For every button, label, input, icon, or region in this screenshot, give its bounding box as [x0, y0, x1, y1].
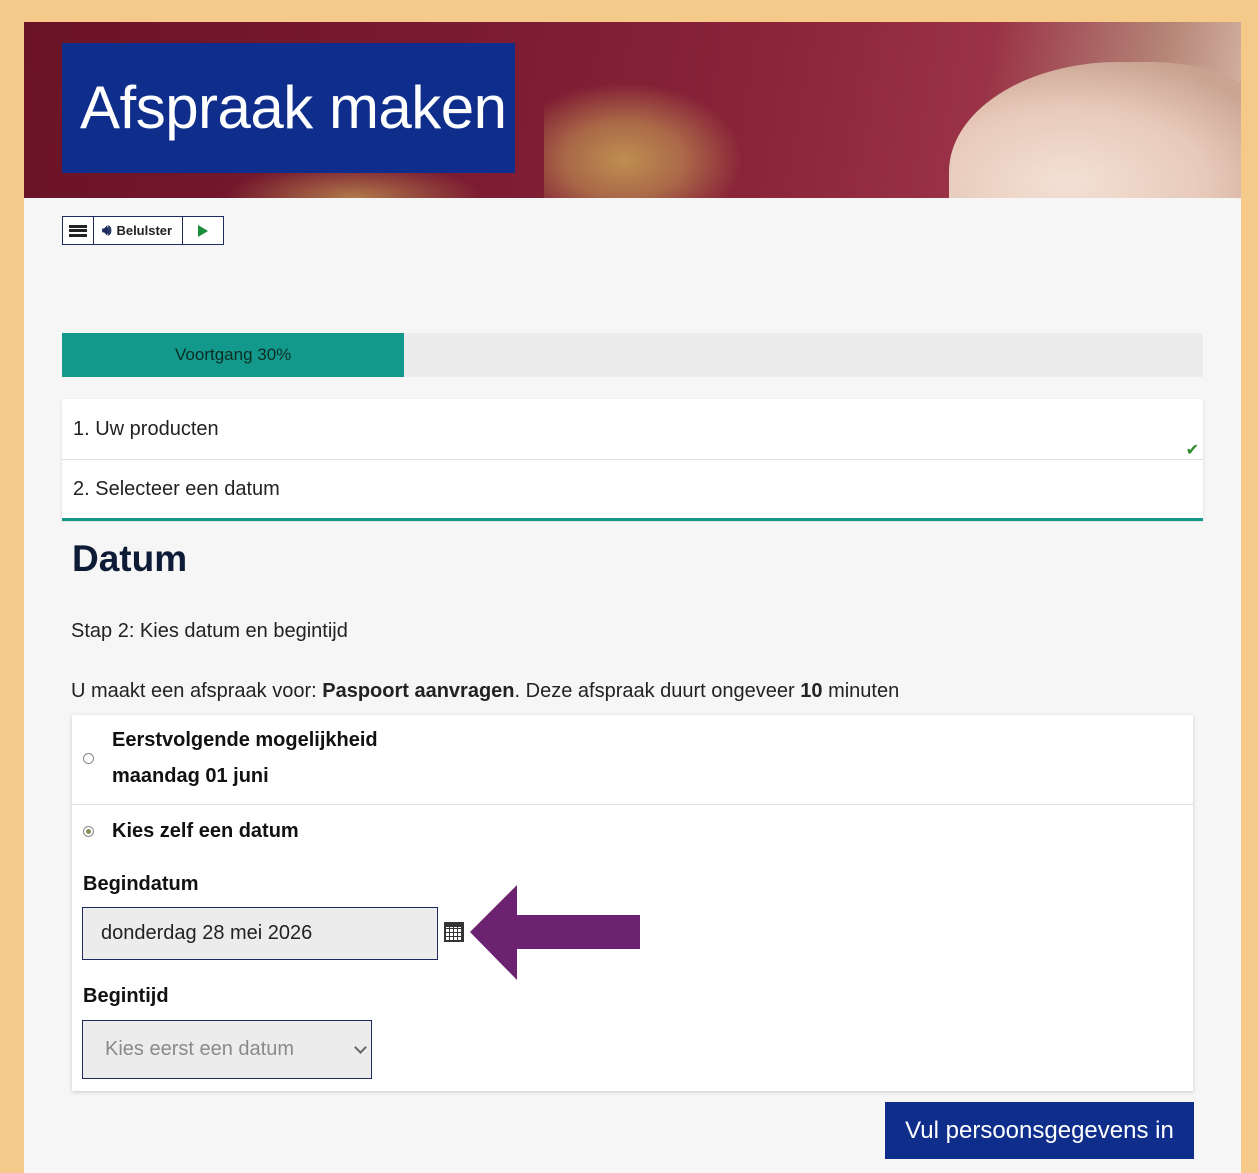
option-first-date: maandag 01 juni [112, 765, 269, 787]
info-suffix: minuten [822, 680, 900, 702]
begintijd-label: Begintijd [83, 985, 169, 1007]
step-subtitle: Stap 2: Kies datum en begintijd [71, 620, 348, 642]
radio-choose-date[interactable] [83, 826, 94, 837]
info-middle: . Deze afspraak duurt ongeveer [514, 680, 801, 702]
radio-first-available[interactable] [83, 753, 94, 764]
step-label: 2. Selecteer een datum [73, 477, 280, 500]
checkmark-icon: ✔ [1185, 442, 1199, 459]
thumb-image [949, 62, 1241, 198]
hero-banner: Afspraak maken [24, 22, 1241, 198]
date-options-card: Eerstvolgende mogelijkheid maandag 01 ju… [72, 715, 1193, 1091]
crest-image [544, 82, 744, 198]
begindatum-input[interactable]: donderdag 28 mei 2026 [82, 907, 438, 960]
readspeaker-menu-button[interactable] [63, 217, 94, 244]
begintijd-placeholder: Kies eerst een datum [105, 1038, 294, 1060]
calendar-icon[interactable] [444, 922, 464, 942]
listen-label: Belulster [116, 223, 173, 238]
page-title: Afspraak maken [62, 43, 515, 173]
readspeaker-toolbar: 🔊︎ Belulster [62, 216, 225, 245]
play-icon [198, 224, 209, 237]
progress-label: Voortgang 30% [175, 345, 292, 364]
speaker-icon: 🔊︎ [102, 222, 112, 239]
arrow-annotation-icon [470, 885, 640, 980]
main-content: Datum Stap 2: Kies datum en begintijd U … [62, 522, 1203, 1173]
info-duration: 10 [800, 680, 823, 702]
option-own-title: Kies zelf een datum [112, 820, 299, 842]
info-product: Paspoort aanvragen [322, 680, 515, 702]
begintijd-select[interactable]: Kies eerst een datum [82, 1020, 372, 1079]
step-select-date[interactable]: 2. Selecteer een datum [62, 459, 1203, 521]
step-products[interactable]: 1. Uw producten ✔ [62, 399, 1203, 460]
begindatum-label: Begindatum [83, 873, 199, 895]
readspeaker-play-button[interactable] [183, 217, 223, 244]
info-prefix: U maakt een afspraak voor: [71, 680, 323, 702]
option-first-available[interactable]: Eerstvolgende mogelijkheid maandag 01 ju… [72, 715, 1193, 805]
next-step-button[interactable]: Vul persoonsgegevens in [885, 1102, 1194, 1159]
menu-icon [69, 224, 87, 237]
page: Afspraak maken 🔊︎ Belulster Voortgang 30… [24, 22, 1241, 1173]
section-heading: Datum [72, 538, 188, 579]
step-label: 1. Uw producten [73, 417, 219, 440]
steps-list: 1. Uw producten ✔ 2. Selecteer een datum [62, 399, 1203, 521]
progress-fill: Voortgang 30% [62, 333, 405, 377]
option-first-title: Eerstvolgende mogelijkheid [112, 729, 378, 751]
readspeaker-listen-button[interactable]: 🔊︎ Belulster [94, 217, 184, 244]
appointment-info: U maakt een afspraak voor: Paspoort aanv… [71, 680, 899, 703]
chevron-down-icon [354, 1041, 367, 1054]
progress-bar: Voortgang 30% [62, 333, 1203, 377]
